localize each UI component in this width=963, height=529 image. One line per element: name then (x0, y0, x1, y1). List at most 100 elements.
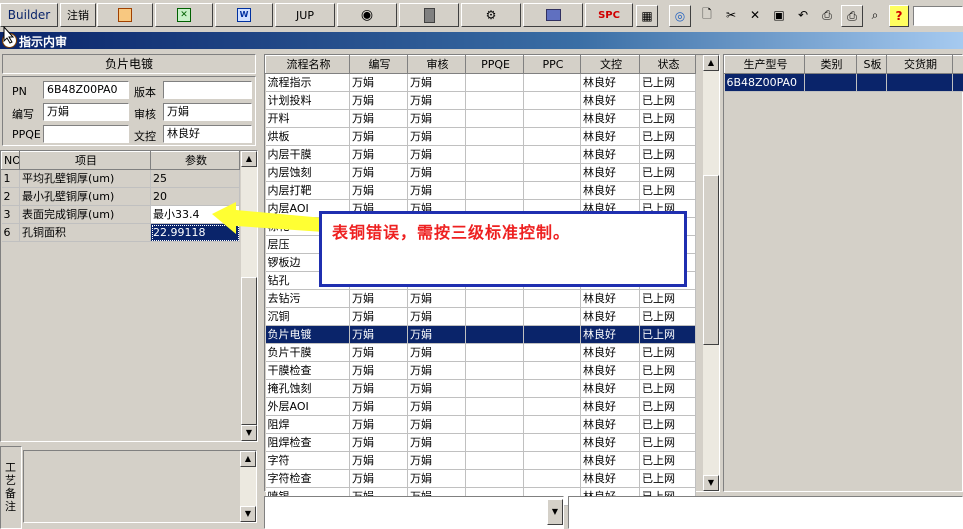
table-row[interactable]: 6 孔铜面积 22.99118 (1, 223, 240, 242)
process-cell: 林良好 (580, 361, 640, 380)
process-cell: 万娟 (349, 289, 408, 308)
word-button[interactable]: W (215, 3, 273, 27)
scroll-down-icon[interactable]: ▼ (240, 506, 256, 522)
table-row[interactable]: 字符检查 万娟 万娟 林良好 已上网 (265, 469, 696, 488)
bottom-combo[interactable]: ▼ (264, 496, 564, 529)
builder-button[interactable]: Builder (0, 3, 58, 27)
process-header-name[interactable]: 流程名称 (265, 55, 350, 74)
table-row[interactable]: 烘板 万娟 万娟 林良好 已上网 (265, 127, 696, 146)
review-field[interactable]: 万娟 (163, 103, 252, 121)
doc-control-label: 文控 (134, 130, 156, 143)
process-header-ppc[interactable]: PPC (523, 55, 581, 74)
undo-icon[interactable]: ↶ (794, 6, 812, 24)
table-row[interactable]: 3 表面完成铜厚(um) 最小33.4 (1, 205, 240, 224)
save-icon[interactable]: ▣ (770, 6, 788, 24)
params-header-item[interactable]: 项目 (19, 151, 151, 170)
product-header-customer[interactable]: 客 (952, 55, 963, 74)
table-row[interactable]: 计划投料 万娟 万娟 林良好 已上网 (265, 91, 696, 110)
toolbar-input[interactable] (913, 6, 963, 26)
scroll-down-icon[interactable]: ▼ (703, 475, 719, 491)
left-panel: 负片电镀 PN 6B48Z00PA0 版本 编写 万娟 审核 万娟 PPQE 文… (0, 52, 260, 529)
version-field[interactable] (163, 81, 252, 99)
params-scrollbar[interactable]: ▲ ▼ (241, 151, 257, 441)
new-file-icon[interactable]: 🗋 (698, 6, 716, 24)
browser-icon[interactable]: ◎ (669, 5, 691, 27)
process-header-status[interactable]: 状态 (639, 55, 696, 74)
params-cell[interactable]: 25 (150, 169, 240, 188)
product-header-s-board[interactable]: S板 (856, 55, 887, 74)
calendar-icon[interactable]: ▦ (636, 5, 658, 27)
table-row[interactable]: 内层蚀刻 万娟 万娟 林良好 已上网 (265, 163, 696, 182)
process-cell: 已上网 (639, 289, 696, 308)
process-cell (523, 451, 581, 470)
delete-icon[interactable]: ✕ (746, 6, 764, 24)
table-row[interactable]: 2 最小孔壁铜厚(um) 20 (1, 187, 240, 206)
process-header-doc-control[interactable]: 文控 (580, 55, 640, 74)
process-header-ppqe[interactable]: PPQE (465, 55, 524, 74)
dropdown-arrow-icon[interactable]: ▼ (547, 499, 563, 525)
computer-button[interactable] (523, 3, 583, 27)
table-row[interactable]: 流程指示 万娟 万娟 林良好 已上网 (265, 73, 696, 92)
version-label: 版本 (134, 86, 156, 99)
table-row[interactable]: 负片干膜 万娟 万娟 林良好 已上网 (265, 343, 696, 362)
notes-textarea[interactable]: ▲ ▼ (23, 450, 257, 523)
excel-button[interactable]: ✕ (155, 3, 213, 27)
process-cell: 万娟 (407, 127, 466, 146)
process-cell: 万娟 (349, 307, 408, 326)
scroll-up-icon[interactable]: ▲ (240, 451, 256, 467)
table-row[interactable]: 字符 万娟 万娟 林良好 已上网 (265, 451, 696, 470)
process-cell (523, 181, 581, 200)
view-button[interactable]: ◉ (337, 3, 397, 27)
print-icon[interactable]: ⎙ (841, 5, 863, 27)
print-preview-icon[interactable]: ⎙ (818, 6, 836, 24)
table-row[interactable]: 掩孔蚀刻 万娟 万娟 林良好 已上网 (265, 379, 696, 398)
process-header-review[interactable]: 审核 (407, 55, 466, 74)
network-button[interactable]: ⚙ (461, 3, 521, 27)
params-header-value[interactable]: 参数 (150, 151, 240, 170)
notes-scrollbar[interactable]: ▲ ▼ (240, 451, 256, 522)
scroll-up-icon[interactable]: ▲ (241, 151, 257, 167)
callout-text: 表铜错误，需按三级标准控制。 (332, 223, 571, 242)
product-cell (886, 73, 953, 92)
table-row[interactable]: 开料 万娟 万娟 林良好 已上网 (265, 109, 696, 128)
params-header-no[interactable]: NO (1, 151, 20, 170)
cut-icon[interactable]: ✂ (722, 6, 740, 24)
jup-button[interactable]: JUP (275, 3, 335, 27)
table-row[interactable]: 阻焊 万娟 万娟 林良好 已上网 (265, 415, 696, 434)
ppqe-field[interactable] (43, 125, 129, 143)
table-row[interactable]: 内层打靶 万娟 万娟 林良好 已上网 (265, 181, 696, 200)
scroll-thumb[interactable] (703, 175, 719, 345)
table-row[interactable]: 去钻污 万娟 万娟 林良好 已上网 (265, 289, 696, 308)
bottom-field[interactable] (568, 496, 963, 529)
scroll-thumb[interactable] (241, 277, 257, 425)
process-cell (465, 397, 524, 416)
table-row[interactable]: 沉铜 万娟 万娟 林良好 已上网 (265, 307, 696, 326)
table-row[interactable]: 1 平均孔壁铜厚(um) 25 (1, 169, 240, 188)
process-cell: 林良好 (580, 163, 640, 182)
process-cell: 林良好 (580, 451, 640, 470)
pn-field[interactable]: 6B48Z00PA0 (43, 81, 129, 99)
scroll-down-icon[interactable]: ▼ (241, 425, 257, 441)
table-row[interactable]: 干膜检查 万娟 万娟 林良好 已上网 (265, 361, 696, 380)
help-icon[interactable]: ? (889, 5, 909, 27)
spc-button[interactable]: SPC (585, 3, 633, 27)
table-row[interactable]: 阻焊检查 万娟 万娟 林良好 已上网 (265, 433, 696, 452)
process-cell: 内层打靶 (265, 181, 350, 200)
table-row[interactable]: 负片电镀 万娟 万娟 林良好 已上网 (265, 325, 696, 344)
process-cell (523, 145, 581, 164)
doc-control-field[interactable]: 林良好 (163, 125, 252, 143)
scroll-up-icon[interactable]: ▲ (703, 55, 719, 71)
product-header-category[interactable]: 类别 (804, 55, 857, 74)
author-field[interactable]: 万娟 (43, 103, 129, 121)
database-button[interactable] (399, 3, 459, 27)
table-row[interactable]: 6B48Z00PA0 (724, 73, 963, 92)
find-icon[interactable]: ⌕ (866, 6, 884, 24)
product-header-model[interactable]: 生产型号 (724, 55, 805, 74)
table-row[interactable]: 内层干膜 万娟 万娟 林良好 已上网 (265, 145, 696, 164)
process-scrollbar[interactable]: ▲ ▼ (703, 55, 719, 491)
logout-button[interactable]: 注销 (60, 3, 96, 27)
table-row[interactable]: 外层AOI 万娟 万娟 林良好 已上网 (265, 397, 696, 416)
process-header-author[interactable]: 编写 (349, 55, 408, 74)
powerpoint-button[interactable] (97, 3, 153, 27)
product-header-delivery[interactable]: 交货期 (886, 55, 953, 74)
